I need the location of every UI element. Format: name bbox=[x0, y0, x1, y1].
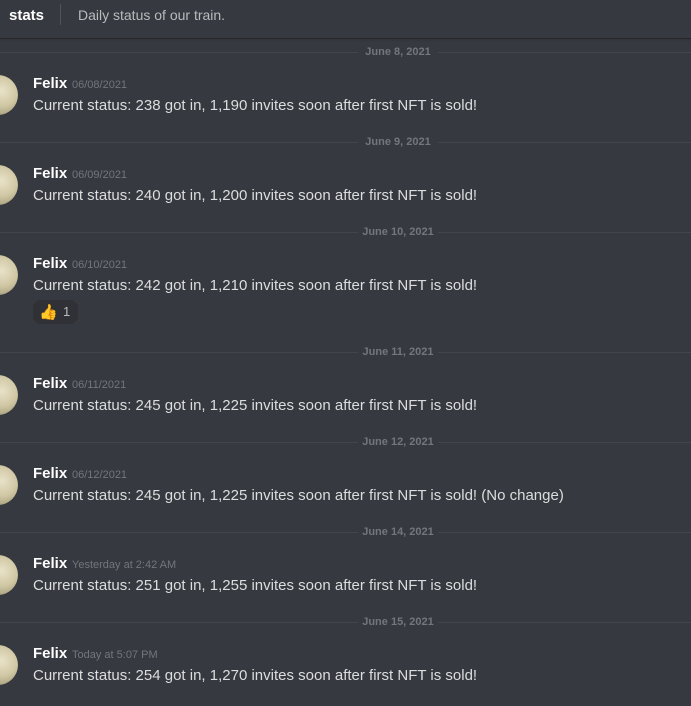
avatar[interactable] bbox=[0, 165, 18, 205]
date-divider: June 14, 2021 bbox=[0, 526, 691, 538]
message-list: June 8, 2021 Felix 06/08/2021 Current st… bbox=[0, 38, 691, 706]
avatar[interactable] bbox=[0, 645, 18, 685]
timestamp[interactable]: 06/11/2021 bbox=[72, 379, 126, 391]
channel-topic: Daily status of our train. bbox=[78, 7, 226, 23]
divider-date: June 15, 2021 bbox=[358, 616, 438, 628]
date-divider: June 12, 2021 bbox=[0, 436, 691, 448]
divider-line bbox=[0, 352, 691, 353]
divider-date: June 9, 2021 bbox=[358, 136, 438, 148]
divider-line bbox=[0, 232, 691, 233]
date-divider: June 10, 2021 bbox=[0, 226, 691, 238]
message-content: Current status: 242 got in, 1,210 invite… bbox=[33, 277, 478, 294]
divider-date: June 11, 2021 bbox=[358, 346, 438, 358]
timestamp[interactable]: 06/10/2021 bbox=[72, 259, 127, 271]
reaction-button[interactable]: 👍 1 bbox=[33, 300, 78, 324]
divider-line bbox=[0, 142, 691, 143]
date-divider: June 15, 2021 bbox=[0, 616, 691, 628]
date-divider: June 8, 2021 bbox=[0, 46, 691, 58]
header-divider bbox=[60, 4, 61, 25]
divider-date: June 10, 2021 bbox=[358, 226, 438, 238]
username[interactable]: Felix bbox=[33, 75, 67, 92]
thumbs-up-icon: 👍 bbox=[39, 303, 58, 321]
timestamp[interactable]: 06/08/2021 bbox=[72, 79, 127, 91]
reaction-count: 1 bbox=[63, 304, 71, 319]
divider-line bbox=[0, 442, 691, 443]
divider-line bbox=[0, 52, 691, 53]
message-content: Current status: 254 got in, 1,270 invite… bbox=[33, 667, 478, 684]
timestamp[interactable]: Today at 5:07 PM bbox=[72, 649, 158, 661]
message-content: Current status: 240 got in, 1,200 invite… bbox=[33, 187, 478, 204]
message-content: Current status: 245 got in, 1,225 invite… bbox=[33, 397, 478, 414]
date-divider: June 11, 2021 bbox=[0, 346, 691, 358]
avatar[interactable] bbox=[0, 465, 18, 505]
username[interactable]: Felix bbox=[33, 375, 67, 392]
message-content: Current status: 238 got in, 1,190 invite… bbox=[33, 97, 478, 114]
username[interactable]: Felix bbox=[33, 645, 67, 662]
date-divider: June 9, 2021 bbox=[0, 136, 691, 148]
divider-date: June 8, 2021 bbox=[358, 46, 438, 58]
divider-date: June 14, 2021 bbox=[358, 526, 438, 538]
divider-line bbox=[0, 532, 691, 533]
avatar[interactable] bbox=[0, 375, 18, 415]
avatar[interactable] bbox=[0, 555, 18, 595]
avatar[interactable] bbox=[0, 75, 18, 115]
divider-date: June 12, 2021 bbox=[358, 436, 438, 448]
message-content: Current status: 251 got in, 1,255 invite… bbox=[33, 577, 478, 594]
timestamp[interactable]: Yesterday at 2:42 AM bbox=[72, 559, 176, 571]
username[interactable]: Felix bbox=[33, 255, 67, 272]
username[interactable]: Felix bbox=[33, 465, 67, 482]
avatar[interactable] bbox=[0, 255, 18, 295]
channel-header: stats Daily status of our train. bbox=[0, 0, 691, 38]
divider-line bbox=[0, 622, 691, 623]
message-content: Current status: 245 got in, 1,225 invite… bbox=[33, 487, 564, 504]
username[interactable]: Felix bbox=[33, 165, 67, 182]
channel-name[interactable]: stats bbox=[9, 7, 44, 24]
timestamp[interactable]: 06/09/2021 bbox=[72, 169, 127, 181]
username[interactable]: Felix bbox=[33, 555, 67, 572]
timestamp[interactable]: 06/12/2021 bbox=[72, 469, 127, 481]
